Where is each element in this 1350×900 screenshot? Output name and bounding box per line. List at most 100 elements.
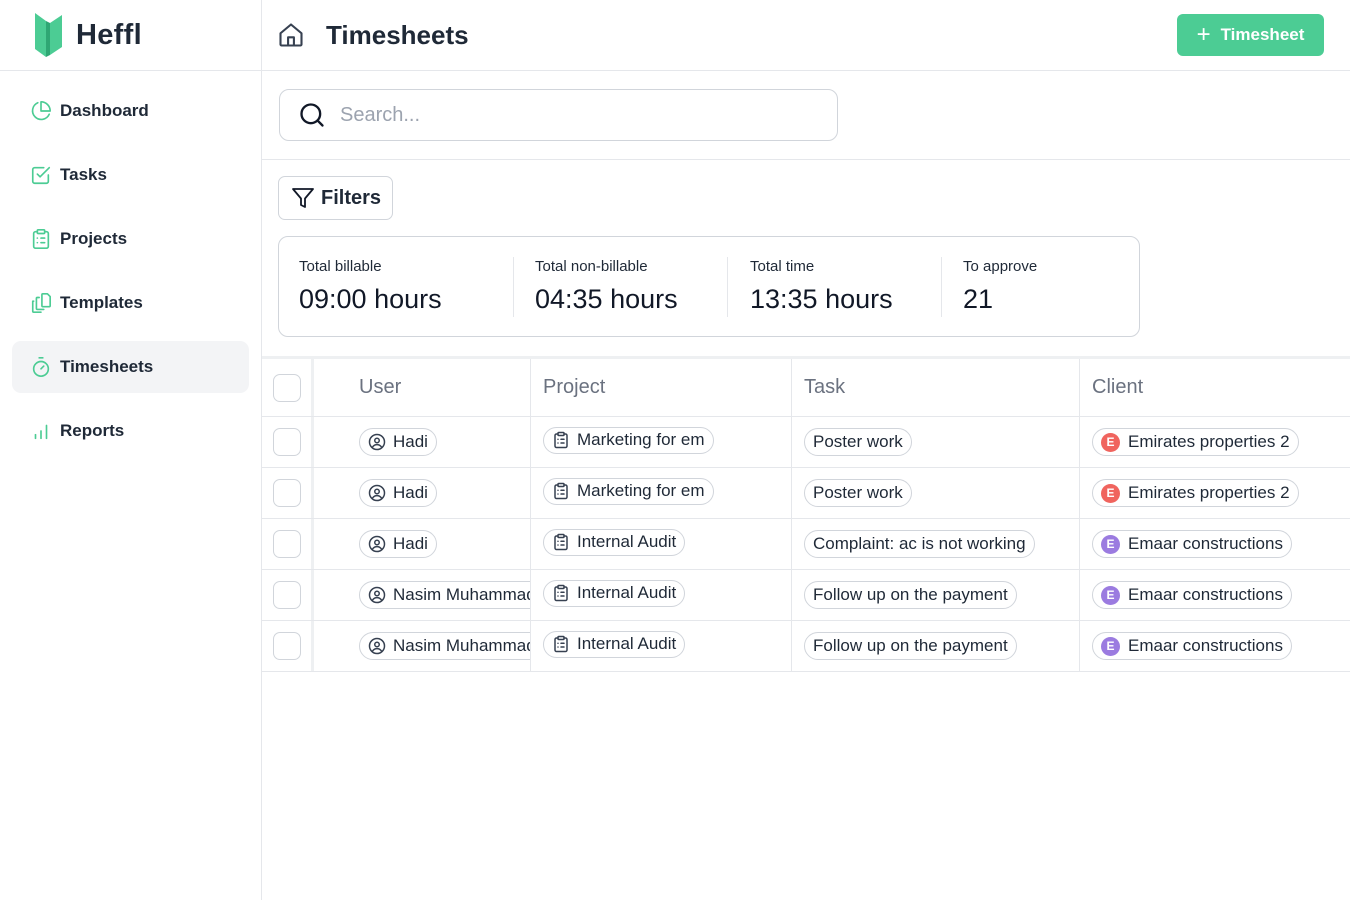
search-box[interactable] xyxy=(279,89,838,141)
sidebar: Heffl Dashboard Tasks Projects Templates… xyxy=(0,0,262,900)
timesheets-table: User Project Task Client Hadi Marketing … xyxy=(262,359,1350,672)
client-chip[interactable]: E Emaar constructions xyxy=(1092,632,1292,660)
row-select-cell xyxy=(262,570,314,620)
task-chip[interactable]: Complaint: ac is not working xyxy=(804,530,1035,558)
search-input[interactable] xyxy=(340,103,820,127)
sidebar-item-dashboard[interactable]: Dashboard xyxy=(12,85,249,137)
sidebar-item-timesheets[interactable]: Timesheets xyxy=(12,341,249,393)
column-header-task[interactable]: Task xyxy=(792,359,1080,416)
user-cell: Nasim Muhammad xyxy=(314,570,531,620)
page-header: Timesheets + Timesheet xyxy=(262,0,1350,71)
filter-icon xyxy=(292,188,314,208)
project-chip[interactable]: Marketing for em xyxy=(543,477,714,505)
task-chip[interactable]: Poster work xyxy=(804,428,912,456)
sidebar-item-reports[interactable]: Reports xyxy=(12,405,249,457)
client-cell: E Emirates properties 2 xyxy=(1080,417,1350,467)
project-name: Internal Audit xyxy=(577,583,677,602)
user-cell: Hadi xyxy=(314,468,531,518)
filters-button[interactable]: Filters xyxy=(278,176,393,220)
row-select-cell xyxy=(262,417,314,467)
table-row[interactable]: Hadi Marketing for em Poster work E Emir… xyxy=(262,468,1350,519)
user-name: Hadi xyxy=(393,483,428,502)
user-cell: Nasim Muhammad xyxy=(314,621,531,671)
row-checkbox[interactable] xyxy=(272,530,301,558)
project-name: Marketing for em xyxy=(577,481,705,500)
stat-label: To approve xyxy=(963,258,1038,275)
row-checkbox[interactable] xyxy=(272,632,301,660)
table-row[interactable]: Nasim Muhammad Internal Audit Follow up … xyxy=(262,570,1350,621)
task-cell: Poster work xyxy=(792,468,1080,518)
page-title: Timesheets xyxy=(326,19,469,50)
task-name: Complaint: ac is not working xyxy=(813,534,1026,553)
row-select-cell xyxy=(262,468,314,518)
client-chip[interactable]: E Emirates properties 2 xyxy=(1092,479,1299,507)
task-chip[interactable]: Follow up on the payment xyxy=(804,581,1017,609)
client-cell: E Emaar constructions xyxy=(1080,621,1350,671)
row-select-cell xyxy=(262,621,314,671)
row-checkbox[interactable] xyxy=(272,428,301,456)
project-cell: Internal Audit xyxy=(531,621,792,671)
client-avatar: E xyxy=(1101,432,1120,452)
client-chip[interactable]: E Emaar constructions xyxy=(1092,581,1292,609)
clipboard-list-icon xyxy=(554,431,568,449)
client-chip[interactable]: E Emirates properties 2 xyxy=(1092,428,1299,456)
stat-value: 13:35 hours xyxy=(750,284,893,314)
project-name: Internal Audit xyxy=(577,634,677,653)
user-circle-icon xyxy=(368,433,386,451)
user-circle-icon xyxy=(368,535,386,553)
home-icon[interactable] xyxy=(277,21,305,49)
task-chip[interactable]: Poster work xyxy=(804,479,912,507)
stat-total-time: Total time 13:35 hours xyxy=(728,237,941,336)
project-chip[interactable]: Internal Audit xyxy=(543,630,686,658)
task-name: Poster work xyxy=(813,483,903,502)
stat-value: 21 xyxy=(963,284,994,314)
project-cell: Marketing for em xyxy=(531,468,792,518)
column-header-project[interactable]: Project xyxy=(531,359,792,416)
user-chip[interactable]: Hadi xyxy=(359,428,437,456)
project-chip[interactable]: Internal Audit xyxy=(543,579,686,607)
project-name: Internal Audit xyxy=(577,532,677,551)
project-cell: Internal Audit xyxy=(531,519,792,569)
sidebar-item-label: Tasks xyxy=(60,165,107,184)
project-cell: Internal Audit xyxy=(531,570,792,620)
clipboard-list-icon xyxy=(554,635,568,653)
user-cell: Hadi xyxy=(314,519,531,569)
check-square-icon xyxy=(31,166,51,185)
stat-label: Total billable xyxy=(299,258,382,275)
client-name: Emirates properties 2 xyxy=(1128,483,1290,502)
client-name: Emaar constructions xyxy=(1128,636,1283,655)
select-all-checkbox[interactable] xyxy=(272,373,301,402)
stat-value: 04:35 hours xyxy=(535,284,678,314)
task-chip[interactable]: Follow up on the payment xyxy=(804,632,1017,660)
column-header-client[interactable]: Client xyxy=(1080,359,1350,416)
project-name: Marketing for em xyxy=(577,430,705,449)
user-name: Hadi xyxy=(393,432,428,451)
brand[interactable]: Heffl xyxy=(0,0,261,71)
user-chip[interactable]: Nasim Muhammad xyxy=(359,632,530,660)
sidebar-item-tasks[interactable]: Tasks xyxy=(12,149,249,201)
client-cell: E Emaar constructions xyxy=(1080,570,1350,620)
sidebar-item-projects[interactable]: Projects xyxy=(12,213,249,265)
search-icon xyxy=(300,103,324,127)
row-checkbox[interactable] xyxy=(272,581,301,609)
task-name: Follow up on the payment xyxy=(813,636,1008,655)
table-row[interactable]: Hadi Marketing for em Poster work E Emir… xyxy=(262,417,1350,468)
project-chip[interactable]: Internal Audit xyxy=(543,528,686,556)
user-chip[interactable]: Nasim Muhammad xyxy=(359,581,530,609)
sidebar-item-templates[interactable]: Templates xyxy=(12,277,249,329)
project-chip[interactable]: Marketing for em xyxy=(543,426,714,454)
table-row[interactable]: Nasim Muhammad Internal Audit Follow up … xyxy=(262,621,1350,672)
client-avatar: E xyxy=(1101,585,1120,605)
row-checkbox[interactable] xyxy=(272,479,301,507)
add-timesheet-button[interactable]: + Timesheet xyxy=(1177,14,1324,56)
table-row[interactable]: Hadi Internal Audit Complaint: ac is not… xyxy=(262,519,1350,570)
stat-value: 09:00 hours xyxy=(299,284,442,314)
copy-files-icon xyxy=(31,293,51,313)
client-cell: E Emirates properties 2 xyxy=(1080,468,1350,518)
client-avatar: E xyxy=(1101,483,1120,503)
client-chip[interactable]: E Emaar constructions xyxy=(1092,530,1292,558)
user-chip[interactable]: Hadi xyxy=(359,530,437,558)
user-chip[interactable]: Hadi xyxy=(359,479,437,507)
column-header-user[interactable]: User xyxy=(314,359,531,416)
sidebar-nav: Dashboard Tasks Projects Templates Times… xyxy=(0,71,261,483)
